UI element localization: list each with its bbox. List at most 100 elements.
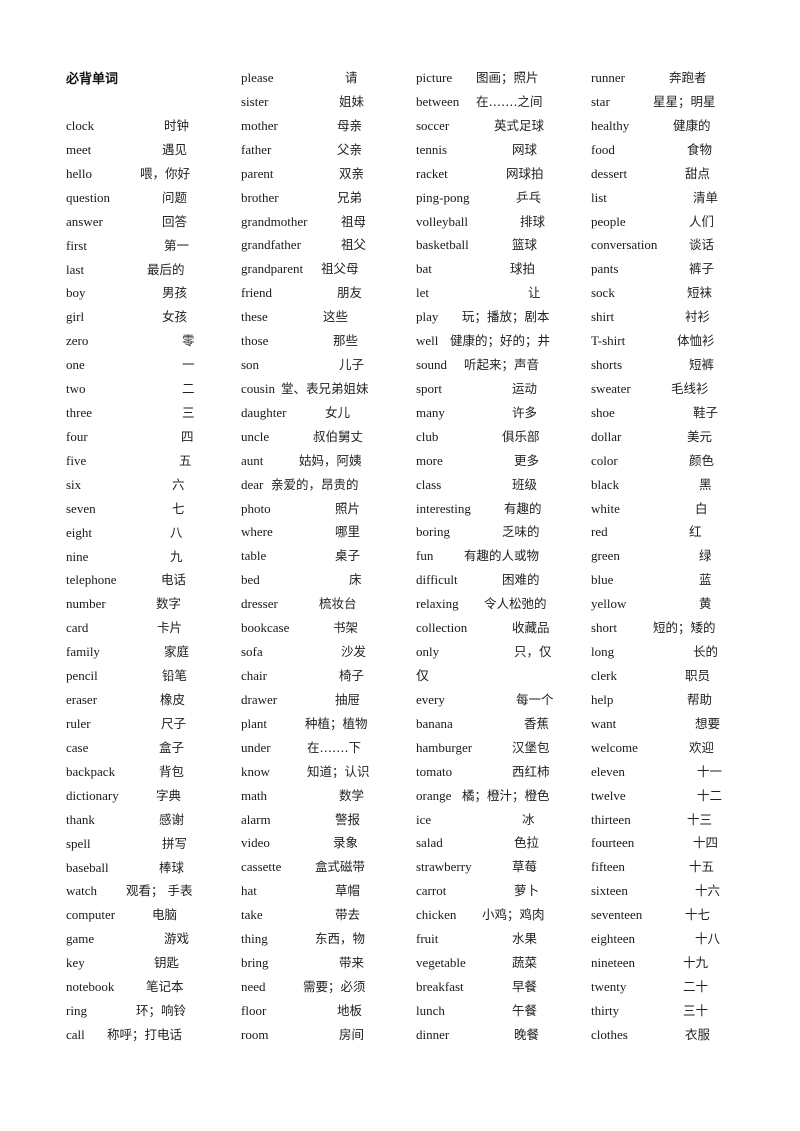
chinese-translation: 数学: [339, 787, 365, 803]
chinese-translation: 祖父: [341, 237, 367, 253]
english-word: call: [66, 1026, 85, 1042]
english-word: twelve: [591, 787, 626, 803]
chinese-translation: 鞋子: [693, 404, 719, 420]
english-word: dear: [241, 476, 264, 492]
english-word: twenty: [591, 978, 627, 994]
chinese-translation: 儿子: [339, 357, 365, 373]
chinese-translation: 困难的: [502, 572, 540, 588]
chinese-translation: 字典: [156, 787, 182, 803]
chinese-translation: 母亲: [337, 117, 363, 133]
chinese-translation: 祖父母: [321, 261, 359, 277]
chinese-translation: 回答: [162, 213, 188, 229]
english-word: one: [66, 357, 85, 373]
chinese-translation: 短的；矮的: [653, 620, 716, 636]
chinese-translation: 收藏品: [512, 620, 550, 636]
chinese-translation: 游戏: [164, 931, 190, 947]
chinese-translation: 健康的: [673, 117, 711, 133]
english-word: sweater: [591, 380, 631, 396]
chinese-translation: 八: [170, 524, 183, 540]
chinese-translation: 带来: [339, 955, 365, 971]
english-word: list: [591, 189, 607, 205]
english-word: thank: [66, 811, 95, 827]
english-word: cousin: [241, 380, 275, 396]
english-word: number: [66, 596, 106, 612]
chinese-translation: 十六: [695, 883, 721, 899]
english-word: computer: [66, 907, 116, 923]
english-word: cassette: [241, 859, 282, 875]
english-word: need: [241, 978, 266, 994]
chinese-translation: 网球拍: [506, 165, 544, 181]
english-word: three: [66, 405, 92, 421]
english-word: dessert: [591, 165, 628, 181]
english-word: carrot: [416, 883, 447, 899]
english-word: clothes: [591, 1026, 628, 1042]
english-word: brother: [241, 189, 279, 205]
chinese-translation: 最后的: [147, 261, 185, 277]
chinese-translation: 三: [182, 405, 195, 421]
english-word: drawer: [241, 691, 278, 707]
chinese-translation: 玩；播放；剧本: [462, 309, 550, 325]
english-word: ring: [66, 1003, 87, 1019]
english-word: girl: [66, 309, 85, 325]
english-word: table: [241, 548, 267, 564]
chinese-translation: 堂、表兄弟姐妹: [281, 380, 369, 396]
english-word: short: [591, 620, 617, 636]
english-word: parent: [241, 165, 274, 181]
english-word: welcome: [591, 739, 638, 755]
chinese-translation: 抽屉: [335, 691, 361, 707]
chinese-translation: 哪里: [335, 524, 361, 540]
chinese-translation: 十七: [685, 907, 711, 923]
chinese-translation: 食物: [687, 141, 713, 157]
chinese-translation: 在…….之间: [476, 93, 543, 109]
english-word: shirt: [591, 309, 615, 325]
chinese-translation: 祖母: [341, 213, 367, 229]
english-word: salad: [416, 835, 443, 851]
english-word: where: [241, 524, 273, 540]
chinese-translation: 知道；认识: [307, 763, 370, 779]
chinese-translation: 叔伯舅丈: [313, 428, 364, 444]
chinese-translation: 拼写: [162, 835, 188, 851]
chinese-translation: 这些: [323, 309, 349, 325]
chinese-translation: 感谢: [159, 811, 185, 827]
english-word: nine: [66, 548, 89, 564]
english-word: watch: [66, 883, 98, 899]
chinese-translation: 一: [182, 357, 195, 373]
chinese-translation: 更多: [514, 452, 540, 468]
chinese-translation: 喂，你好: [140, 165, 191, 181]
english-word: bed: [241, 572, 260, 588]
english-word: interesting: [416, 500, 471, 516]
chinese-translation: 帮助: [687, 691, 713, 707]
english-word: tomato: [416, 763, 453, 779]
chinese-translation: 十一: [697, 763, 723, 779]
english-word: nineteen: [591, 955, 636, 971]
chinese-translation: 盒式磁带: [315, 859, 366, 875]
chinese-translation: 草莓: [512, 859, 538, 875]
chinese-translation: 每一个: [516, 691, 554, 707]
english-word: every: [416, 691, 445, 707]
english-word: boring: [416, 524, 450, 540]
chinese-translation: 朋友: [337, 285, 363, 301]
english-word: shoe: [591, 404, 615, 420]
english-word: sofa: [241, 644, 263, 660]
english-word: baseball: [66, 859, 109, 875]
chinese-translation: 美元: [687, 428, 713, 444]
chinese-translation: 运动: [512, 380, 538, 396]
english-word: game: [66, 931, 95, 947]
english-word: dollar: [591, 428, 622, 444]
english-word: answer: [66, 213, 103, 229]
english-word: backpack: [66, 763, 116, 779]
chinese-translation: 职员: [685, 668, 711, 683]
english-word: dresser: [241, 596, 278, 612]
chinese-translation: 数字: [156, 596, 182, 612]
english-word: dinner: [416, 1026, 450, 1042]
english-word: fourteen: [591, 835, 635, 851]
chinese-translation: 橡皮: [160, 692, 186, 708]
chinese-translation: 毛线衫: [671, 380, 709, 396]
english-word: volleyball: [416, 213, 468, 229]
chinese-translation: 四: [181, 428, 194, 444]
chinese-translation: 二: [182, 381, 195, 397]
chinese-translation: 欢迎: [689, 739, 715, 755]
chinese-translation: 许多: [512, 404, 538, 420]
english-word: orange: [416, 787, 452, 803]
chinese-translation: 长的: [693, 644, 719, 660]
